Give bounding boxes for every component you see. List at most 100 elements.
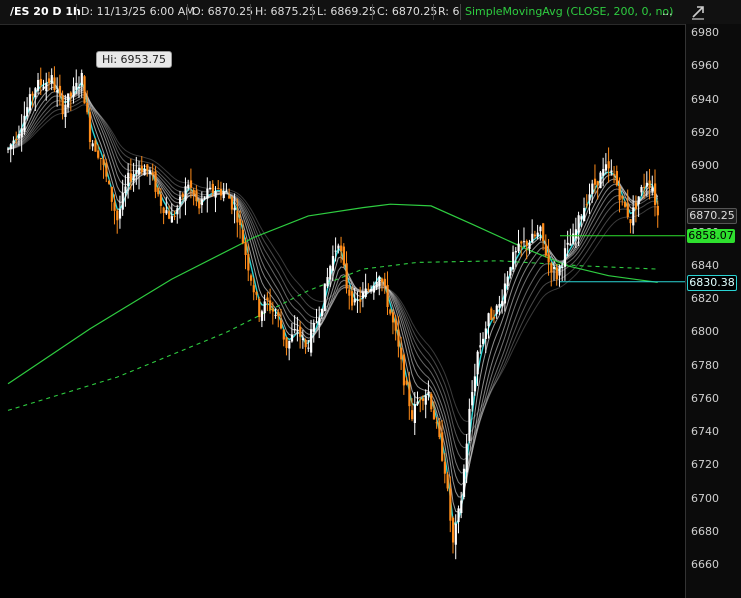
candle-body [599, 172, 602, 189]
candle-body [323, 283, 326, 311]
candle-body [154, 171, 157, 192]
candle-body [255, 291, 258, 295]
high-readout: H: 6875.25 [250, 4, 316, 20]
candle-body [301, 338, 305, 341]
study-label[interactable]: SimpleMovingAvg (CLOSE, 200, 0, no) [460, 4, 673, 20]
candle-body [214, 191, 217, 198]
candle-body [64, 105, 67, 117]
symbol-label[interactable]: /ES 20 D 1h [10, 4, 81, 20]
candle-body [290, 334, 294, 342]
price-axis[interactable] [685, 24, 741, 598]
candle-body [230, 197, 234, 210]
candle-body [310, 329, 313, 353]
candle-body [170, 216, 173, 223]
candle-body [61, 95, 64, 115]
candle-body [20, 128, 23, 138]
last-price-box: 6870.25 [687, 208, 737, 225]
candle-body [173, 215, 176, 217]
candle-body [561, 266, 564, 269]
price-chart[interactable] [0, 24, 685, 598]
candle-body [381, 278, 384, 283]
candle-body [623, 202, 627, 207]
candle-body [602, 169, 605, 176]
candle-body [468, 408, 471, 441]
candle-body [471, 392, 474, 406]
expand-icon[interactable] [690, 4, 706, 20]
candle-body [350, 291, 354, 306]
candle-body [553, 266, 556, 269]
candle-body [400, 347, 403, 360]
study-more[interactable]: ... [662, 4, 673, 20]
candle-body [86, 103, 89, 113]
candle-body [359, 299, 362, 302]
candle-body [626, 203, 629, 218]
sma200-dashed-line [7, 260, 658, 411]
candle-body [260, 311, 264, 321]
candle-body [596, 181, 599, 186]
candle-body [67, 93, 70, 108]
y-tick-label: 6700 [691, 491, 719, 505]
candle-body [266, 297, 269, 301]
candle-body [181, 193, 184, 198]
y-tick-label: 6720 [691, 458, 719, 472]
candle-body [127, 172, 130, 187]
candle-body [487, 313, 490, 327]
candle-body [509, 267, 512, 276]
candle-body [550, 263, 553, 273]
candle-body [435, 422, 438, 424]
candle-body [159, 194, 163, 206]
candle-body [315, 321, 318, 323]
candle-body [192, 189, 195, 195]
candle-body [356, 299, 359, 301]
candle-body [345, 263, 348, 289]
candle-body [517, 243, 520, 252]
candle-body [473, 376, 477, 392]
candle-body [9, 144, 12, 150]
candle-body [443, 461, 446, 474]
y-tick-label: 6740 [691, 425, 719, 438]
candle-body [544, 244, 548, 256]
candle-body [244, 242, 247, 256]
candle-body [329, 266, 332, 280]
candle-body [288, 340, 291, 349]
candle-body [7, 148, 10, 150]
candle-body [651, 187, 654, 192]
candle-body [189, 180, 193, 188]
candle-body [241, 229, 244, 244]
candle-body [148, 170, 152, 174]
close-readout: C: 6870.25 [372, 4, 437, 20]
candle-body [252, 285, 255, 293]
candle-body [416, 401, 419, 405]
y-tick-label: 6680 [691, 524, 719, 538]
candle-body [34, 88, 37, 98]
candle-body [299, 326, 302, 337]
candle-body [424, 395, 427, 405]
candle-body [12, 140, 15, 144]
candle-body [37, 79, 40, 91]
candle-body [320, 308, 324, 317]
candle-body [577, 215, 580, 233]
candle-body [233, 207, 236, 211]
candle-body [274, 314, 277, 316]
candle-body [138, 167, 141, 175]
candle-body [391, 312, 395, 323]
candle-body [129, 173, 133, 182]
candle-body [97, 150, 100, 158]
candle-body [219, 188, 223, 196]
candle-body [361, 292, 365, 299]
candle-body [476, 351, 479, 375]
candle-body [340, 245, 343, 252]
candle-body [482, 338, 485, 344]
candle-body [228, 195, 231, 199]
candle-body [146, 164, 149, 171]
y-tick-label: 6760 [691, 391, 719, 405]
candle-body [331, 256, 335, 271]
candle-body [312, 322, 315, 332]
y-tick-label: 6800 [691, 325, 719, 339]
candle-body [263, 301, 266, 314]
candle-body [113, 202, 116, 211]
candle-body [110, 186, 113, 202]
candle-body [140, 166, 143, 173]
candle-body [421, 398, 425, 401]
candle-body [402, 354, 406, 386]
